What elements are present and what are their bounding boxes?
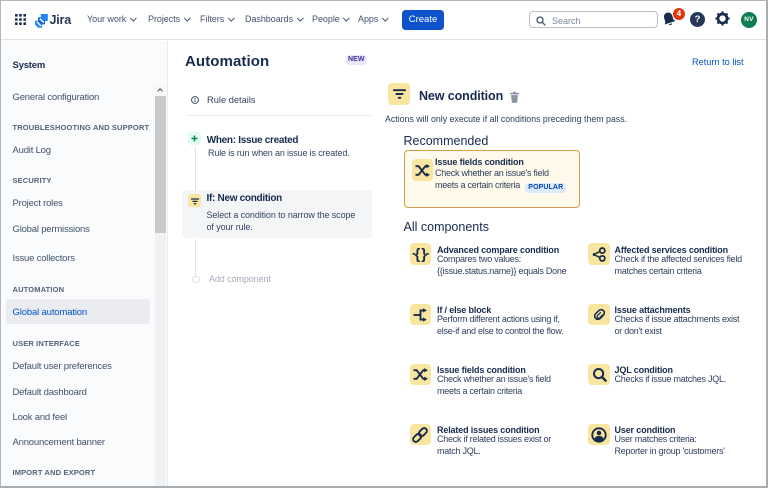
svg-text:{: { [414, 247, 420, 263]
svg-text:}: } [421, 247, 427, 263]
